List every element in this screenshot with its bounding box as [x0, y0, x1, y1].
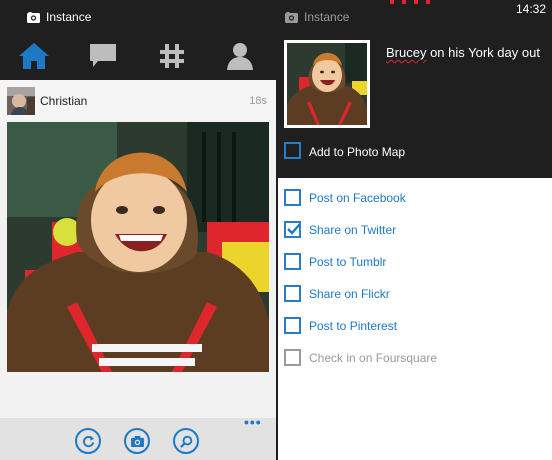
photo-map-checkbox[interactable]: [284, 142, 301, 159]
app-bar: [0, 418, 276, 460]
flickr-label[interactable]: Share on Flickr: [309, 287, 390, 301]
pinterest-checkbox[interactable]: [284, 317, 301, 334]
caption-text: on his York day out: [426, 45, 540, 60]
caption-misspelled-word: Brucey: [386, 45, 427, 60]
facebook-label[interactable]: Post on Facebook: [309, 191, 406, 205]
app-title: Instance: [27, 9, 91, 25]
twitter-checkbox[interactable]: [284, 221, 301, 238]
photo-thumbnail: [284, 40, 370, 128]
share-header: 14:32 Instance Brucey on his York day ou…: [278, 0, 552, 178]
app-title-text: Instance: [304, 10, 350, 24]
main-nav: [0, 38, 276, 74]
caption-input[interactable]: Brucey on his York day out: [386, 45, 552, 61]
flickr-checkbox[interactable]: [284, 285, 301, 302]
instagram-logo-icon: [285, 11, 298, 23]
foursquare-label: Check in on Foursquare: [309, 351, 438, 365]
feed-header: Instance: [0, 0, 276, 80]
hashtag-icon[interactable]: [154, 38, 190, 74]
pinterest-label[interactable]: Post to Pinterest: [309, 319, 397, 333]
status-clock: 14:32: [515, 2, 546, 16]
checkmark-icon: [287, 223, 301, 235]
search-icon[interactable]: [173, 428, 199, 454]
instagram-logo-icon: [27, 11, 40, 23]
avatar[interactable]: [7, 87, 35, 115]
foursquare-checkbox: [284, 349, 301, 366]
photo-map-label[interactable]: Add to Photo Map: [309, 145, 405, 159]
chat-icon[interactable]: [85, 38, 121, 74]
facebook-checkbox[interactable]: [284, 189, 301, 206]
twitter-label[interactable]: Share on Twitter: [309, 223, 396, 237]
loading-indicator: [390, 0, 430, 4]
tumblr-checkbox[interactable]: [284, 253, 301, 270]
post-timestamp: 18s: [249, 95, 267, 107]
post-header: Christian 18s: [0, 80, 276, 120]
refresh-icon[interactable]: [75, 428, 101, 454]
person-icon[interactable]: [222, 38, 258, 74]
feed-screen: Instance Christian 18s •••: [0, 0, 276, 460]
tumblr-label[interactable]: Post to Tumblr: [309, 255, 386, 269]
home-icon[interactable]: [16, 38, 52, 74]
app-title-text: Instance: [46, 10, 92, 24]
app-title: Instance: [285, 9, 349, 25]
share-screen: 14:32 Instance Brucey on his York day ou…: [278, 0, 552, 460]
camera-icon[interactable]: [124, 428, 150, 454]
more-button[interactable]: •••: [244, 414, 262, 430]
post-photo[interactable]: [7, 122, 269, 372]
post-username[interactable]: Christian: [40, 94, 87, 108]
